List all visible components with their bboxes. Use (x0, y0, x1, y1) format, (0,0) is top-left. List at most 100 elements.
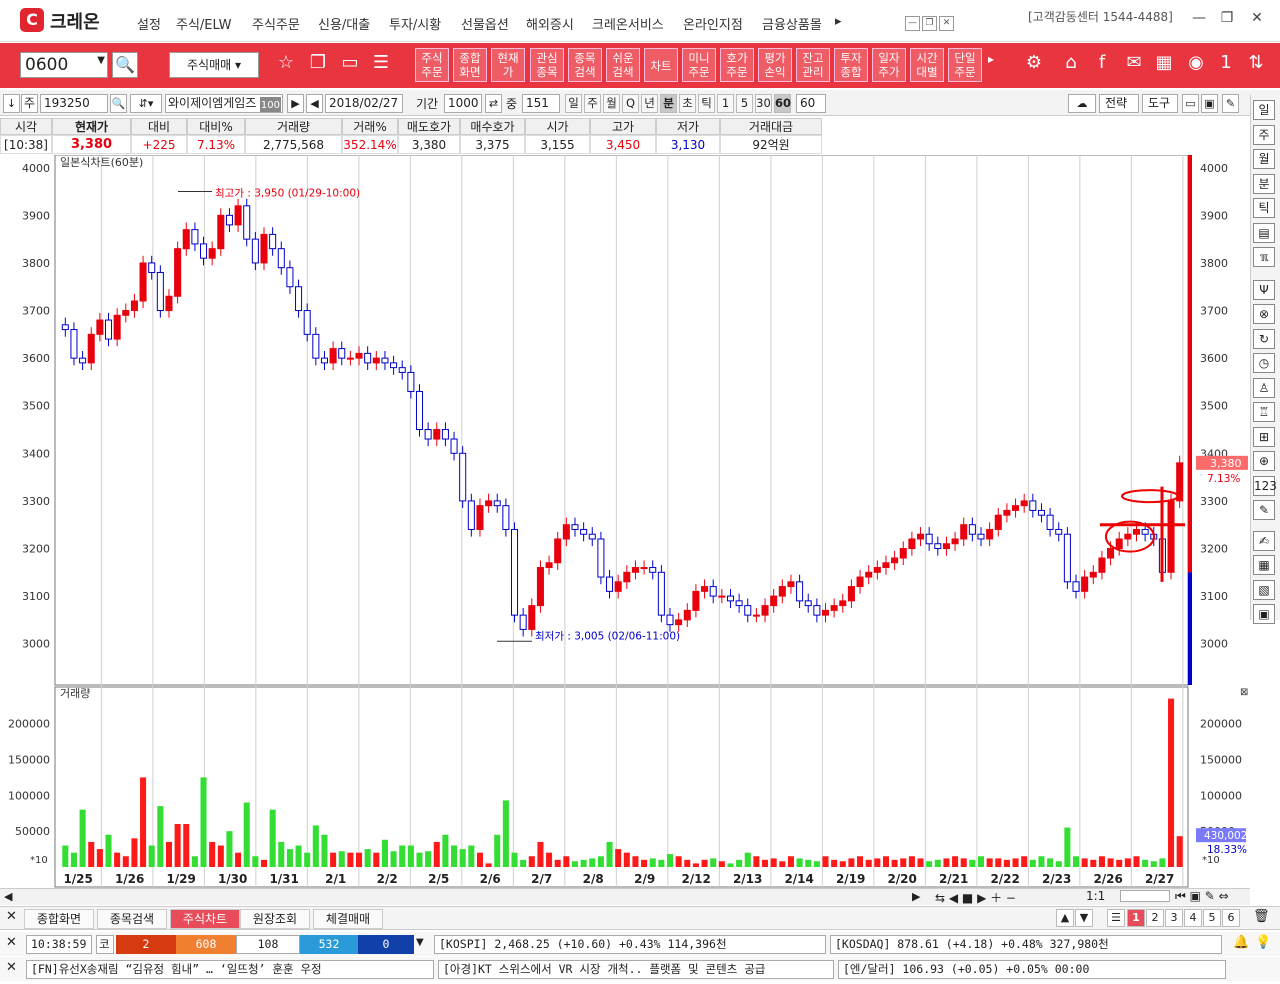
zoom-slider[interactable] (1120, 890, 1170, 902)
toolbar-button-4[interactable]: 종목 검색 (568, 48, 602, 82)
mid-input[interactable]: 151 (522, 94, 560, 113)
side-tool-12[interactable]: ♖ (1253, 402, 1275, 422)
dropdown-arrow-icon[interactable]: ▼ (97, 55, 105, 66)
cloud-icon[interactable]: ☁ (1068, 94, 1096, 113)
page-button[interactable]: 2 (1146, 909, 1164, 927)
side-tool-18[interactable]: ▦ (1253, 555, 1275, 575)
side-tool-10[interactable]: ◷ (1253, 353, 1275, 373)
period-0[interactable]: 일 (565, 94, 582, 113)
period-6[interactable]: 초 (679, 94, 696, 113)
minute-combo[interactable]: 60 (796, 94, 826, 113)
news-ticker-1[interactable]: [FN]유선X송재림 “김유정 힘내” … ‘일뜨청’ 훈훈 우정 (26, 960, 434, 979)
toolbar-button-10[interactable]: 잔고 관리 (796, 48, 830, 82)
side-tool-4[interactable]: 틱 (1253, 198, 1275, 218)
strategy-button[interactable]: 전략 (1099, 94, 1139, 113)
period-7[interactable]: 틱 (698, 94, 715, 113)
kosdaq-ticker[interactable]: [KOSDAQ] 878.61 (+4.18) +0.48% 327,980천 (830, 935, 1222, 954)
period-3[interactable]: Q (622, 94, 639, 113)
monitor-icon[interactable]: ▭ (336, 52, 364, 78)
one-click-icon[interactable]: 1 (1212, 52, 1240, 78)
menu-item[interactable]: 선물옵션 (461, 14, 509, 33)
menu-item[interactable]: 주식주문 (252, 14, 300, 33)
period-1[interactable]: 주 (584, 94, 601, 113)
side-tool-15[interactable]: 123 (1253, 476, 1277, 496)
close-status-icon[interactable]: ✕ (6, 935, 17, 950)
toolbar-button-2[interactable]: 현재 가 (491, 48, 525, 82)
window-minimize-icon[interactable]: — (1188, 10, 1210, 30)
scroll-right-icon[interactable]: ▶ (912, 890, 920, 903)
kospi-ticker[interactable]: [KOSPI] 2,468.25 (+10.60) +0.43% 114,396… (434, 935, 826, 954)
toolbar-button-12[interactable]: 일자 주가 (872, 48, 906, 82)
side-tool-17[interactable]: ✍ (1253, 531, 1275, 551)
camera-icon[interactable]: ◉ (1182, 52, 1210, 78)
side-tool-7[interactable]: Ψ (1253, 280, 1275, 300)
toolbar-button-13[interactable]: 시간 대별 (910, 48, 944, 82)
minimize-icon[interactable]: — (905, 16, 920, 31)
side-tool-20[interactable]: ▣ (1253, 604, 1275, 624)
down-icon[interactable]: ▼ (1075, 909, 1093, 927)
period-8[interactable]: 1 (717, 94, 734, 113)
scale-icon[interactable]: ⇄ (485, 94, 502, 113)
favorite-icon[interactable]: ☆ (272, 52, 300, 78)
search-icon[interactable]: 🔍 (112, 52, 138, 78)
period-2[interactable]: 월 (603, 94, 620, 113)
toolbar-button-11[interactable]: 투자 종합 (834, 48, 868, 82)
side-tool-14[interactable]: ⊕ (1253, 451, 1275, 471)
dropdown-arrow-icon[interactable]: ▼ (416, 937, 424, 948)
toolbar-more-icon[interactable]: ▸ (984, 52, 998, 78)
period-5[interactable]: 분 (660, 94, 677, 113)
home-icon[interactable]: ⌂ (1057, 52, 1085, 78)
toolbar-button-7[interactable]: 미니 주문 (682, 48, 716, 82)
chat-icon[interactable]: ⚙ (1020, 52, 1048, 78)
zoom-controls[interactable]: ⇆ ◀ ■ ▶ ＋ − (935, 889, 1016, 906)
page-button[interactable]: 6 (1222, 909, 1240, 927)
scroll-left-icon[interactable]: ◀ (4, 890, 12, 903)
menu-item[interactable]: 설정 (137, 14, 161, 33)
market-select[interactable]: 주 (21, 94, 38, 113)
restore-icon[interactable]: ❐ (922, 16, 937, 31)
up-icon[interactable]: ▲ (1056, 909, 1074, 927)
facebook-icon[interactable]: f (1088, 52, 1116, 78)
list-icon[interactable]: ☰ (1107, 909, 1125, 927)
side-tool-19[interactable]: ▧ (1253, 580, 1275, 600)
windows-icon[interactable]: ❐ (304, 52, 332, 78)
screen-mode-select[interactable]: 주식매매 ▾ (169, 52, 259, 78)
trash-icon[interactable]: 🗑 (1253, 909, 1270, 924)
settings-icon[interactable]: ✎ (1222, 94, 1239, 113)
menu-item[interactable]: 온라인지점 (683, 14, 743, 33)
page-button[interactable]: 5 (1203, 909, 1221, 927)
period-11[interactable]: 60 (774, 94, 791, 113)
stock-code-input[interactable]: 193250 (40, 94, 108, 113)
page-button[interactable]: 3 (1165, 909, 1183, 927)
menu-item[interactable]: 투자/시황 (389, 14, 441, 33)
toolbar-button-14[interactable]: 단일 주문 (948, 48, 982, 82)
grid-icon[interactable]: ▦ (1150, 52, 1178, 78)
side-tool-9[interactable]: ↻ (1253, 329, 1275, 349)
menu-item[interactable]: 신용/대출 (318, 14, 370, 33)
period-4[interactable]: 년 (641, 94, 658, 113)
sort-icon[interactable]: ⇵▾ (130, 94, 162, 113)
toolbar-button-3[interactable]: 관심 종목 (530, 48, 564, 82)
menu-item[interactable]: 금융상품몰 (762, 14, 822, 33)
tools-button[interactable]: 도구 (1142, 94, 1178, 113)
screen-tab[interactable]: 종합화면 (24, 909, 94, 929)
page-button[interactable]: 4 (1184, 909, 1202, 927)
sync-icon[interactable]: ⇅ (1242, 52, 1270, 78)
next-icon[interactable]: ▶ (287, 94, 304, 113)
toolbar-button-9[interactable]: 평가 손익 (758, 48, 792, 82)
side-tool-0[interactable]: 일 (1253, 100, 1275, 120)
screen-tab[interactable]: 종목검색 (97, 909, 167, 929)
side-tool-11[interactable]: ♙ (1253, 378, 1275, 398)
save-icon[interactable]: ▣ (1201, 94, 1218, 113)
magnifier-icon[interactable]: 🔍 (110, 94, 127, 113)
screen-tab[interactable]: 주식차트 (170, 909, 240, 929)
toolbar-button-6[interactable]: 차트 (644, 48, 678, 82)
menu-item[interactable]: 크레온서비스 (592, 14, 664, 33)
menu-more-icon[interactable]: ▸ (835, 14, 842, 29)
menu-item[interactable]: 해외증시 (526, 14, 574, 33)
toolbar-button-0[interactable]: 주식 주문 (415, 48, 449, 82)
open-icon[interactable]: ▭ (1182, 94, 1199, 113)
chart-scrollbar[interactable]: ◀ ▶ ⇆ ◀ ■ ▶ ＋ − 1:1 ⏮ ▣ ✎ ⇔ (0, 888, 1250, 905)
bulb-icon[interactable]: 💡 (1255, 935, 1271, 950)
toolbar-button-1[interactable]: 종합 화면 (453, 48, 487, 82)
